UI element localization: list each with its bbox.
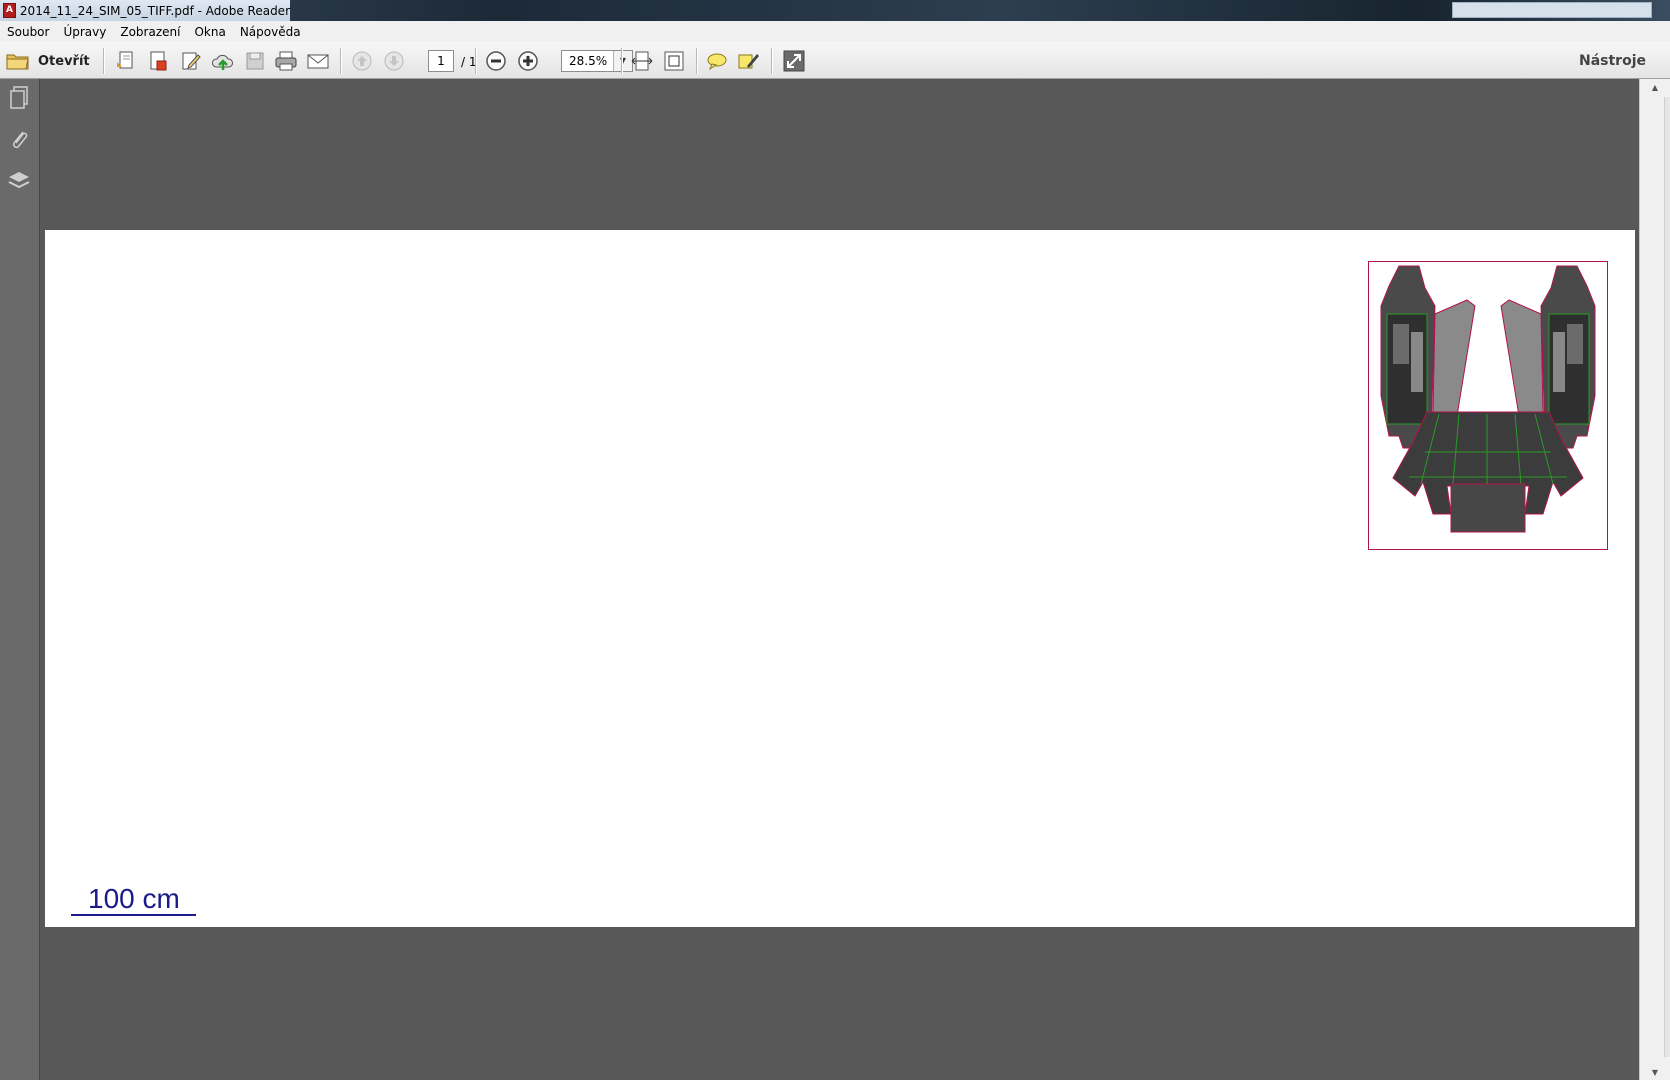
toolbar-separator: [475, 48, 477, 74]
window-title: 2014_11_24_SIM_05_TIFF.pdf - Adobe Reade…: [19, 3, 290, 18]
fit-page-button[interactable]: [662, 49, 686, 73]
email-button[interactable]: [306, 49, 330, 73]
minus-circle-icon: [486, 51, 506, 71]
menu-soubor[interactable]: Soubor: [0, 25, 56, 39]
edit-icon: [182, 52, 201, 70]
plus-circle-icon: [518, 51, 538, 71]
print-button[interactable]: [274, 49, 298, 73]
layers-icon: [8, 172, 30, 189]
menu-okna[interactable]: Okna: [187, 25, 232, 39]
arrow-up-circle-icon: [352, 51, 372, 71]
zoom-out-button[interactable]: [484, 49, 508, 73]
toolbar-separator: [696, 48, 698, 74]
scroll-down-arrow[interactable]: ▼: [1640, 1064, 1670, 1080]
adobe-reader-icon: A: [3, 3, 16, 18]
next-page-button[interactable]: [382, 49, 406, 73]
expand-icon: [783, 50, 805, 72]
scale-label: 100 cm: [88, 883, 180, 914]
sign-pen-icon: [738, 54, 759, 69]
scroll-up-arrow[interactable]: ▲: [1640, 79, 1670, 95]
pdf-convert-icon: [150, 51, 167, 71]
fit-width-button[interactable]: [630, 49, 654, 73]
envelope-icon: [307, 54, 329, 69]
comment-button[interactable]: [705, 49, 729, 73]
create-pdf-icon: [117, 51, 133, 69]
texture-map-graphic: [1380, 265, 1596, 533]
convert-pdf-button[interactable]: [146, 49, 170, 73]
save-button[interactable]: [243, 49, 267, 73]
arrow-down-circle-icon: [384, 51, 404, 71]
pdf-page: 100 cm: [45, 230, 1635, 927]
toolbar-separator: [771, 48, 773, 74]
page-thumbnails-button[interactable]: [6, 85, 32, 111]
attachments-button[interactable]: [6, 127, 32, 153]
upload-button[interactable]: [211, 49, 235, 73]
menu-bar: Soubor Úpravy Zobrazení Okna Nápověda: [0, 21, 1670, 42]
title-bar-inner: A 2014_11_24_SIM_05_TIFF.pdf - Adobe Rea…: [0, 0, 290, 21]
menu-upravy[interactable]: Úpravy: [56, 25, 113, 39]
vertical-scrollbar[interactable]: ▲ ▼: [1639, 79, 1670, 1080]
page-number-input[interactable]: 1: [428, 50, 454, 72]
toolbar-separator: [340, 48, 342, 74]
zoom-level-value: 28.5%: [569, 54, 608, 68]
printer-icon: [275, 51, 297, 71]
paperclip-icon: [12, 131, 28, 149]
open-button-label: Otevřít: [38, 53, 90, 69]
fit-width-icon: [631, 51, 653, 71]
scroll-thumb[interactable]: [1664, 97, 1670, 1057]
title-bar-search-box[interactable]: [1452, 2, 1652, 18]
fit-page-icon: [664, 51, 684, 71]
tools-button[interactable]: Nástroje: [1579, 53, 1646, 69]
title-bar: A 2014_11_24_SIM_05_TIFF.pdf - Adobe Rea…: [0, 0, 1670, 21]
zoom-in-button[interactable]: [516, 49, 540, 73]
layers-button[interactable]: [6, 167, 32, 193]
navigation-pane: [0, 79, 40, 1080]
cloud-upload-icon: [212, 54, 233, 70]
edit-pdf-button[interactable]: [179, 49, 203, 73]
create-pdf-button[interactable]: [114, 49, 138, 73]
speech-bubble-icon: [707, 53, 727, 71]
full-screen-button[interactable]: [782, 49, 806, 73]
toolbar: Otevřít 1 / 1 28.5% ▼ Nástroje: [0, 42, 1670, 79]
cockpit-texture-image: [1368, 261, 1608, 550]
document-view[interactable]: 100 cm: [40, 79, 1639, 1080]
folder-icon: [6, 54, 29, 70]
save-icon: [246, 52, 264, 70]
sign-button[interactable]: [737, 49, 761, 73]
toolbar-separator: [103, 48, 105, 74]
pages-icon: [10, 86, 28, 109]
open-button[interactable]: Otevřít: [6, 49, 90, 73]
previous-page-button[interactable]: [350, 49, 374, 73]
menu-zobrazeni[interactable]: Zobrazení: [113, 25, 187, 39]
scale-bar: [71, 914, 196, 916]
menu-napoveda[interactable]: Nápověda: [233, 25, 308, 39]
toolbar-separator: [621, 48, 623, 74]
